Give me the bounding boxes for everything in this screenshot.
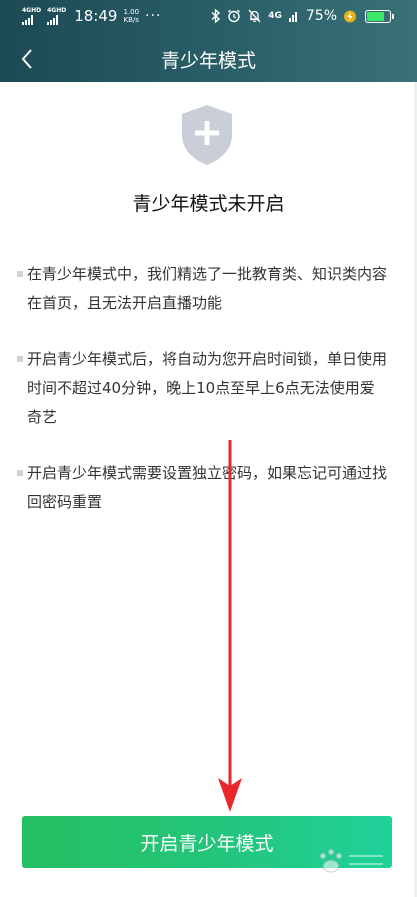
signal-1-icon: 4GHD bbox=[22, 6, 42, 25]
status-right: 4G 75% bbox=[211, 8, 394, 24]
network-2-label: 4GHD bbox=[47, 6, 67, 14]
battery-icon bbox=[365, 9, 394, 23]
cell-signal-icon bbox=[288, 12, 297, 22]
network-speed-value: 1.00 bbox=[123, 8, 140, 16]
status-time: 18:49 bbox=[74, 7, 118, 25]
info-item-2: 开启青少年模式后，将自动为您开启时间锁，单日使用时间不超过40分钟，晚上10点至… bbox=[17, 345, 389, 432]
info-item-3: 开启青少年模式需要设置独立密码，如果忘记可通过找回密码重置 bbox=[17, 459, 389, 517]
page-header: 青少年模式 bbox=[0, 36, 417, 82]
info-item-1: 在青少年模式中，我们精选了一批教育类、知识类内容在首页，且无法开启直播功能 bbox=[17, 260, 389, 318]
baidu-jingyan-watermark-icon bbox=[319, 848, 383, 873]
charging-icon bbox=[344, 10, 356, 22]
battery-percent: 75% bbox=[305, 8, 337, 24]
red-down-arrow-icon bbox=[218, 440, 242, 812]
cell-signal-label: 4G bbox=[268, 11, 282, 21]
shield-plus-icon bbox=[182, 105, 232, 165]
network-1-label: 4GHD bbox=[22, 6, 42, 14]
info-item-text: 在青少年模式中，我们精选了一批教育类、知识类内容在首页，且无法开启直播功能 bbox=[27, 265, 388, 312]
bullet-marker bbox=[17, 271, 23, 277]
network-speed-unit: KB/s bbox=[123, 16, 139, 24]
app-top-bar: 4GHD 4GHD 18:49 1.00 KB/s ··· 4G 75% 青少年… bbox=[0, 0, 417, 82]
signal-2-icon: 4GHD bbox=[47, 6, 67, 25]
network-speed: 1.00 KB/s bbox=[123, 8, 139, 24]
status-left: 4GHD 4GHD 18:49 1.00 KB/s ··· bbox=[22, 7, 161, 25]
bluetooth-icon bbox=[211, 9, 221, 23]
battery-level-fill bbox=[367, 11, 384, 21]
bullet-marker bbox=[17, 470, 23, 476]
page-title: 青少年模式 bbox=[160, 50, 256, 72]
mute-bell-icon bbox=[248, 9, 261, 23]
overflow-dots-icon: ··· bbox=[145, 8, 162, 24]
bullet-marker bbox=[17, 356, 23, 362]
info-item-text: 开启青少年模式需要设置独立密码，如果忘记可通过找回密码重置 bbox=[27, 464, 388, 511]
mode-status-heading: 青少年模式未开启 bbox=[132, 193, 285, 215]
alarm-clock-icon bbox=[228, 9, 241, 23]
status-bar: 4GHD 4GHD 18:49 1.00 KB/s ··· 4G 75% bbox=[0, 0, 417, 34]
info-item-text: 开启青少年模式后，将自动为您开启时间锁，单日使用时间不超过40分钟，晚上10点至… bbox=[27, 350, 388, 426]
